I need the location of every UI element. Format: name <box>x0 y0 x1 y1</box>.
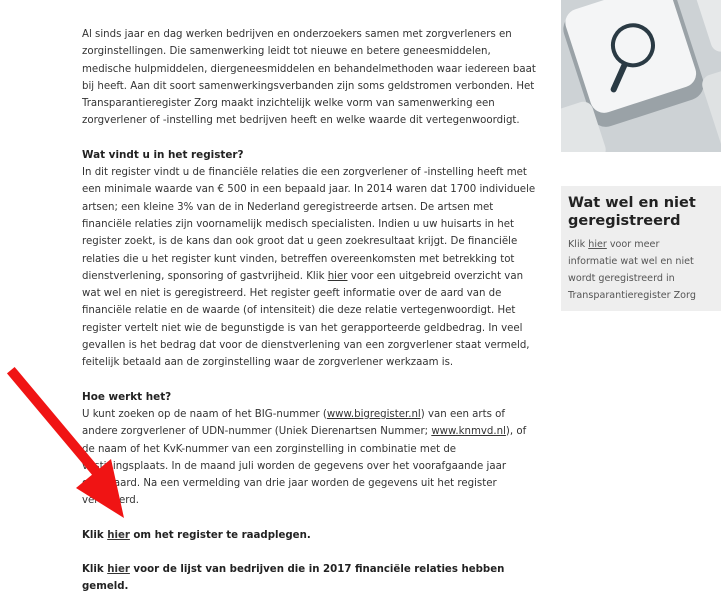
knmvd-link[interactable]: www.knmvd.nl <box>431 426 506 437</box>
bigregister-link[interactable]: www.bigregister.nl <box>327 409 421 420</box>
how-paragraph: U kunt zoeken op de naam of het BIG-numm… <box>82 406 542 510</box>
how-text-3: ), of de naam of het KvK-nummer van een … <box>82 426 527 507</box>
consult-register-line: Klik hier om het register te raadplegen. <box>82 527 542 544</box>
register-paragraph: In dit register vindt u de financiële re… <box>82 164 542 372</box>
sidebar-info-link[interactable]: hier <box>588 239 607 250</box>
main-content: Al sinds jaar en dag werken bedrijven en… <box>82 26 542 596</box>
sidebar-text-before: Klik <box>568 239 589 250</box>
cta2-after: voor de lijst van bedrijven die in 2017 … <box>82 564 505 593</box>
sidebar-text: Klik hier voor meer informatie wat wel e… <box>561 236 721 304</box>
sidebar-info-box: Wat wel en niet geregistreerd Klik hier … <box>561 186 721 311</box>
magnifier-key-icon <box>561 0 721 152</box>
cta1-after: om het register te raadplegen. <box>129 529 311 541</box>
overview-link[interactable]: hier <box>328 271 348 282</box>
intro-paragraph: Al sinds jaar en dag werken bedrijven en… <box>82 29 536 127</box>
companies-list-line: Klik hier voor de lijst van bedrijven di… <box>82 561 542 596</box>
magnifier-key-image <box>561 0 721 152</box>
companies-list-link[interactable]: hier <box>107 564 130 575</box>
register-text-cont: voor een uitgebreid overzicht van wat we… <box>82 270 530 369</box>
cta1-before: Klik <box>82 529 108 541</box>
register-text: In dit register vindt u de financiële re… <box>82 167 536 282</box>
section-heading-how: Hoe werkt het? <box>82 390 172 403</box>
consult-register-link[interactable]: hier <box>107 530 130 541</box>
how-text-1: U kunt zoeken op de naam of het BIG-numm… <box>82 408 327 420</box>
section-heading-register: Wat vindt u in het register? <box>82 148 244 161</box>
cta2-before: Klik <box>82 564 108 576</box>
sidebar-heading: Wat wel en niet geregistreerd <box>568 195 696 229</box>
